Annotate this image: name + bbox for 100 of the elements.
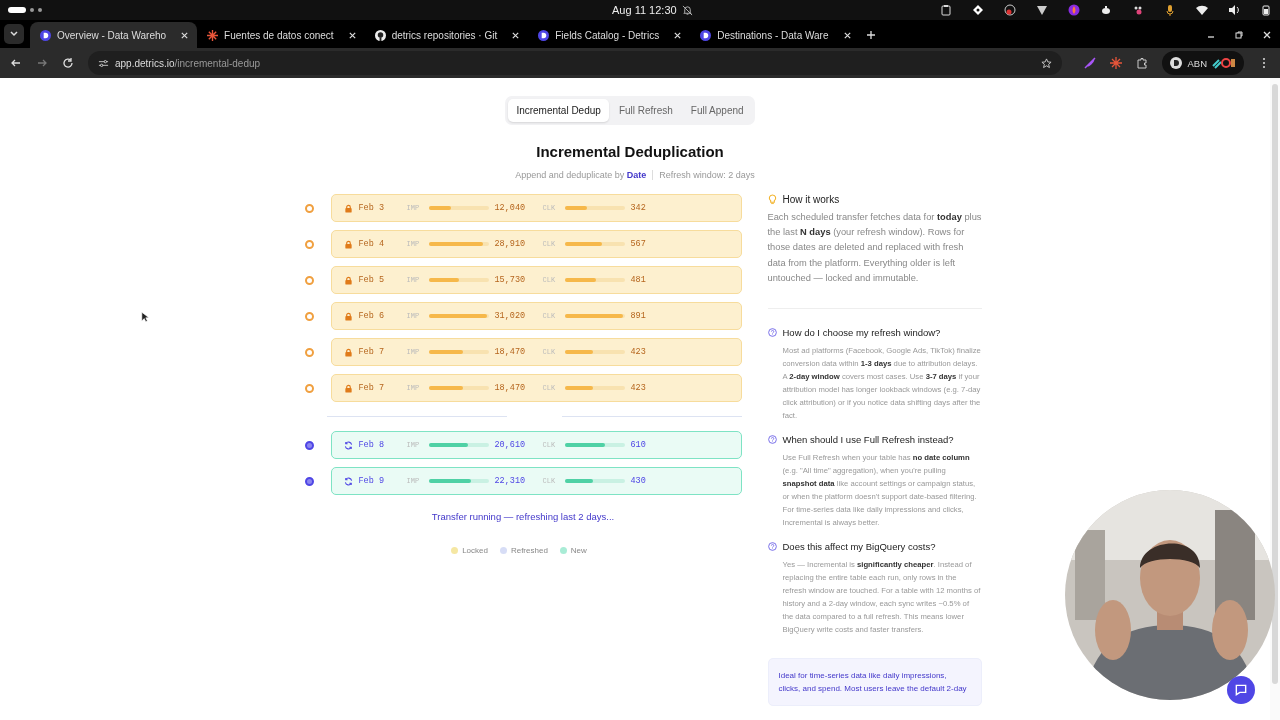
tab-list-button[interactable] (4, 24, 24, 44)
timeline-dot (304, 383, 314, 393)
tab-title: detrics repositories · Git (391, 29, 498, 41)
paw-icon[interactable] (1132, 4, 1144, 16)
faq-question: How do I choose my refresh window? (782, 327, 941, 338)
app-logo-icon (40, 29, 51, 41)
clicks-value: 610 (630, 440, 647, 450)
clicks-value: 342 (630, 203, 647, 213)
battery-icon[interactable] (1260, 4, 1272, 16)
mode-tab[interactable]: Incremental Dedup (508, 99, 609, 122)
back-icon[interactable] (10, 57, 22, 69)
section-title: How it works (782, 194, 840, 205)
chat-button[interactable] (1227, 676, 1255, 704)
triangle-icon[interactable] (1036, 4, 1048, 16)
row-date: Feb 7 (358, 383, 385, 393)
browser-tab[interactable]: Fields Catalog - Detrics (528, 22, 691, 48)
flame-icon[interactable] (1068, 4, 1080, 16)
close-icon[interactable] (180, 30, 190, 40)
app-logo-icon (538, 29, 550, 41)
diamond-icon[interactable] (972, 4, 984, 16)
timeline-dot (304, 275, 314, 285)
timeline-dot (304, 203, 314, 213)
chat-icon (1234, 683, 1248, 697)
refresh-window-text: Refresh window: 2 days (659, 170, 755, 180)
app-logo-icon (1170, 57, 1183, 69)
close-icon[interactable] (842, 30, 852, 40)
clock[interactable]: Aug 11 12:30 (612, 4, 677, 16)
site-settings-icon[interactable] (98, 57, 109, 69)
volume-icon[interactable] (1228, 4, 1240, 16)
timeline-dot (304, 476, 314, 486)
forward-icon[interactable] (36, 57, 48, 69)
clicks-value: 423 (630, 347, 647, 357)
tab-title: Fuentes de datos conect (224, 29, 334, 41)
bookmark-star-icon[interactable] (1041, 57, 1053, 69)
address-bar[interactable]: app.detrics.io/incremental-dedup (88, 51, 1063, 75)
clicks-value: 481 (630, 275, 647, 285)
clipboard-icon[interactable] (940, 4, 952, 16)
lock-icon (343, 275, 353, 285)
row-date: Feb 6 (358, 311, 385, 321)
lock-icon (343, 347, 353, 357)
row-date: Feb 9 (358, 476, 385, 486)
subtitle-text: Append and deduplicate by Date (515, 170, 647, 180)
row-date: Feb 4 (358, 239, 385, 249)
faq-question: When should I use Full Refresh instead? (782, 434, 954, 445)
legend-label: Locked (462, 546, 488, 555)
extensions-icon[interactable] (1136, 57, 1149, 69)
scrollbar-thumb[interactable] (1272, 84, 1278, 684)
browser-tab[interactable]: Overview - Data Wareho (30, 22, 198, 48)
timeline-dot (304, 440, 314, 450)
impressions-value: 18,470 (494, 347, 527, 357)
profile-button[interactable]: ABN (1162, 51, 1244, 75)
impressions-value: 31,020 (494, 311, 527, 321)
lock-icon (343, 203, 353, 213)
help-icon (767, 542, 777, 551)
row-date: Feb 3 (358, 203, 385, 213)
close-icon[interactable] (511, 30, 521, 40)
mode-tab[interactable]: Full Append (682, 99, 752, 122)
browser-tab[interactable]: Fuentes de datos conect (197, 22, 365, 48)
browser-tab[interactable]: Destinations - Data Ware (690, 22, 860, 48)
refresh-icon (343, 440, 353, 450)
feather-icon[interactable] (1084, 57, 1097, 69)
close-icon[interactable] (673, 30, 683, 40)
tab-title: Fields Catalog - Detrics (555, 29, 660, 41)
mode-tab[interactable]: Full Refresh (610, 99, 681, 122)
row-date: Feb 8 (358, 440, 385, 450)
emoji-icon (1212, 57, 1236, 69)
close-icon[interactable] (1262, 30, 1272, 40)
url-text: app.detrics.io/incremental-dedup (115, 57, 261, 69)
timeline-dot (304, 347, 314, 357)
page-title: Incremental Deduplication (536, 143, 724, 160)
impressions-value: 20,610 (494, 440, 527, 450)
help-icon (767, 328, 777, 337)
microphone-icon[interactable] (1164, 4, 1176, 16)
clicks-value: 567 (630, 239, 647, 249)
burst-icon[interactable] (1110, 57, 1123, 69)
impressions-value: 15,730 (494, 275, 527, 285)
restore-icon[interactable] (1234, 30, 1244, 40)
bell-muted-icon (682, 4, 693, 16)
reload-icon[interactable] (62, 57, 74, 69)
workspace-indicator-icon[interactable] (8, 7, 42, 13)
wifi-icon[interactable] (1196, 4, 1208, 16)
record-icon[interactable] (1004, 4, 1016, 16)
tip-text: Ideal for time-series data like daily impressions, clicks, and spend. Most users leave the default 2-day (778, 671, 967, 693)
new-tab-icon[interactable] (865, 30, 876, 40)
browser-tab[interactable]: detrics repositories · Git (364, 22, 529, 48)
teapot-icon[interactable] (1100, 4, 1112, 16)
timeline-dot (304, 239, 314, 249)
impressions-value: 28,910 (494, 239, 527, 249)
clicks-value: 430 (630, 476, 647, 486)
caret-icon (9, 29, 19, 39)
status-text: Transfer running — refreshing last 2 days... (430, 511, 616, 522)
clicks-value: 423 (630, 383, 647, 393)
timeline-dot (304, 311, 314, 321)
close-icon[interactable] (347, 30, 357, 40)
lock-icon (343, 311, 353, 321)
lightbulb-icon (767, 194, 777, 205)
refresh-icon (343, 476, 353, 486)
impressions-value: 22,310 (494, 476, 527, 486)
lock-icon (343, 239, 353, 249)
help-icon (767, 435, 777, 444)
